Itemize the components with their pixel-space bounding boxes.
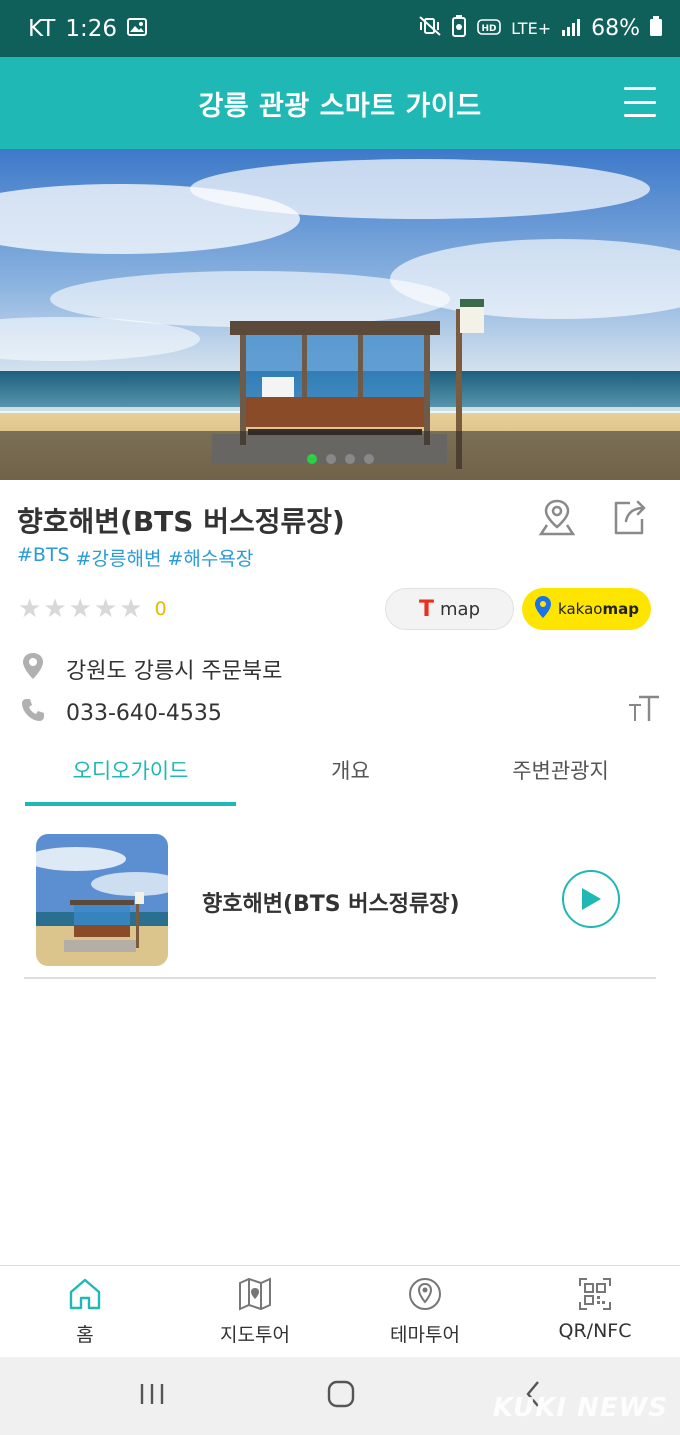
svg-text:HD: HD [482, 24, 497, 34]
clock: 1:26 [65, 15, 118, 42]
play-icon [582, 888, 601, 910]
address-row: 강원도 강릉시 주문북로 [20, 652, 282, 686]
kakaomap-button[interactable]: kakaomap [522, 588, 651, 630]
nav-label: 지도투어 [220, 1324, 290, 1346]
audio-title: 향호해변(BTS 버스정류장) [202, 892, 460, 917]
tmap-button[interactable]: T map [385, 588, 514, 630]
tmap-label: map [440, 598, 480, 620]
map-text: map [602, 600, 639, 618]
battery-percent: 68% [591, 16, 640, 41]
recent-apps-icon[interactable] [137, 1379, 167, 1413]
star-icon: ★ [119, 594, 143, 624]
nav-label: QR/NFC [558, 1320, 632, 1342]
star-icon: ★ [43, 594, 67, 624]
nav-home[interactable]: 홈 [0, 1266, 170, 1357]
tag[interactable]: #해수욕장 [167, 544, 253, 571]
location-marker-icon [20, 652, 46, 686]
audio-list-item[interactable]: 향호해변(BTS 버스정류장) [24, 822, 656, 979]
carousel-dot-2[interactable] [325, 454, 336, 464]
kakaomap-label: kakaomap [558, 600, 639, 618]
tab-indicator [25, 802, 236, 806]
tab-audio-guide[interactable]: 오디오가이드 [25, 740, 236, 800]
home-icon [69, 1278, 101, 1310]
gallery-notification-icon [127, 16, 148, 42]
phone-row[interactable]: 033-640-4535 [20, 697, 222, 729]
app-title: 강릉 관광 스마트 가이드 [198, 90, 482, 122]
star-icon: ★ [68, 594, 92, 624]
carousel-dot-3[interactable] [344, 454, 355, 464]
rating-count: 0 [154, 598, 167, 620]
star-icon: ★ [18, 594, 42, 624]
qr-icon [579, 1278, 611, 1310]
audio-thumbnail [36, 834, 168, 966]
kakao-text: kakao [558, 600, 603, 618]
watermark: KUKI NEWS [492, 1393, 668, 1423]
star-icon: ★ [93, 594, 118, 624]
app-header: 강릉 관광 스마트 가이드 [0, 57, 680, 149]
map-icon [239, 1277, 271, 1311]
play-button[interactable] [562, 870, 620, 928]
place-title: 향호해변(BTS 버스정류장) [17, 505, 345, 538]
carrier-label: KT [28, 15, 56, 42]
carousel-dot-1[interactable] [306, 454, 317, 464]
tmap-logo-icon: T [418, 596, 434, 622]
tag[interactable]: #강릉해변 [76, 544, 162, 571]
carousel-indicator [0, 431, 680, 480]
tag[interactable]: #BTS [17, 544, 70, 571]
kakao-pin-icon [534, 595, 552, 623]
tab-nearby[interactable]: 주변관광지 [455, 740, 666, 800]
hero-carousel[interactable] [0, 149, 680, 480]
network-type: LTE+ [511, 19, 552, 38]
menu-icon[interactable] [624, 87, 656, 117]
nav-map-tour[interactable]: 지도투어 [170, 1266, 340, 1357]
tab-bar: 오디오가이드 개요 주변관광지 [0, 740, 680, 806]
hd-voice-icon: HD [477, 17, 501, 41]
carousel-dot-4[interactable] [363, 454, 374, 464]
nav-label: 테마투어 [390, 1324, 460, 1346]
phone-text[interactable]: 033-640-4535 [66, 701, 222, 726]
nav-label: 홈 [76, 1324, 94, 1346]
tag-list: #BTS #강릉해변 #해수욕장 [17, 544, 253, 571]
status-bar: KT 1:26 HD LTE+ 68% [0, 0, 680, 57]
status-left: KT 1:26 [28, 15, 148, 42]
phone-icon [20, 697, 46, 729]
location-pin-icon[interactable] [538, 497, 576, 537]
tab-overview[interactable]: 개요 [245, 740, 456, 800]
address-text: 강원도 강릉시 주문북로 [66, 659, 283, 684]
vibrate-mute-icon [419, 16, 441, 41]
home-button-icon[interactable] [326, 1379, 356, 1413]
system-nav-bar: KUKI NEWS [0, 1357, 680, 1435]
text-size-icon[interactable] [627, 694, 661, 724]
rating: ★ ★ ★ ★ ★ 0 [18, 596, 167, 622]
nav-theme-tour[interactable]: 테마투어 [340, 1266, 510, 1357]
signal-icon [561, 17, 581, 41]
theme-pin-icon [409, 1278, 441, 1310]
battery-icon [650, 16, 662, 41]
battery-saver-icon [451, 15, 467, 42]
share-icon[interactable] [610, 497, 648, 537]
status-right: HD LTE+ 68% [419, 15, 662, 42]
bottom-nav: 홈 지도투어 테마투어 QR/NFC [0, 1265, 680, 1357]
nav-qr-nfc[interactable]: QR/NFC [510, 1266, 680, 1357]
